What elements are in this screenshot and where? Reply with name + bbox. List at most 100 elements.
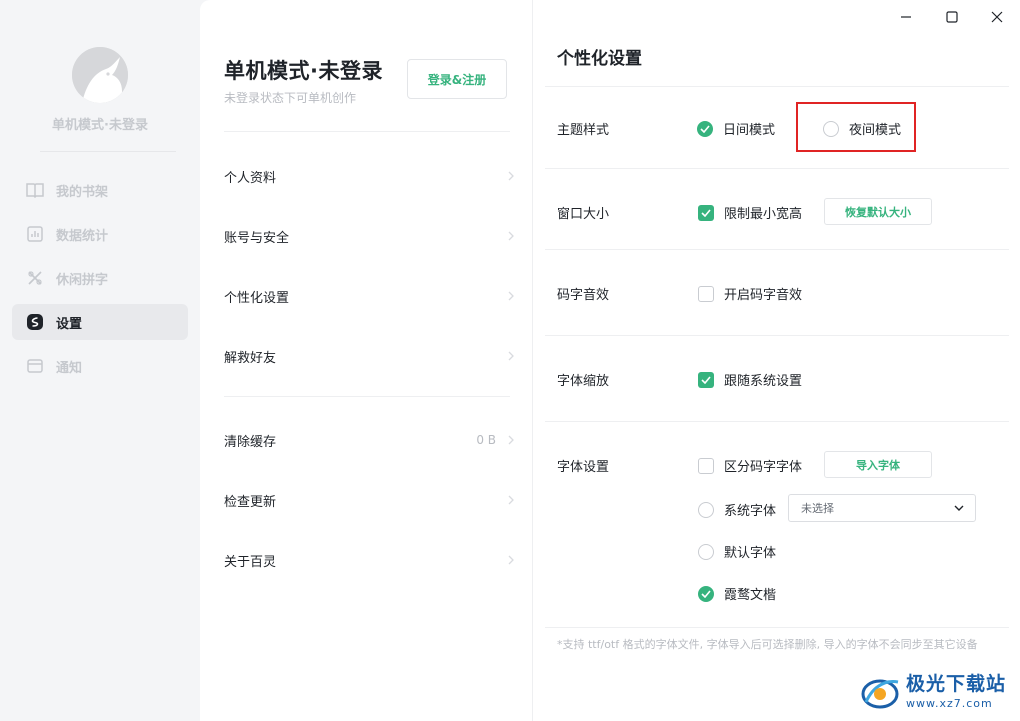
- font-settings-label: 字体设置: [557, 460, 610, 475]
- system-font-select[interactable]: 未选择: [788, 494, 976, 522]
- default-font-label: 默认字体: [724, 546, 777, 561]
- checkbox-checked-icon: [698, 371, 714, 388]
- sidebar-nav: 我的书架 数据统计 休闲拼字 设置 通知: [12, 172, 188, 392]
- menu-item-label: 清除缓存: [224, 434, 277, 450]
- reset-size-button[interactable]: 恢复默认大小: [824, 198, 932, 225]
- personalize-settings-panel: 个性化设置 主题样式 日间模式 夜间模式 窗口大小 限制最小宽高 恢复默认大小 …: [532, 0, 1020, 721]
- sidebar-item-statistics[interactable]: 数据统计: [12, 216, 188, 252]
- chevron-right-icon: [508, 231, 514, 241]
- settings-title: 个性化设置: [557, 49, 642, 69]
- checkbox-checked-icon: [698, 204, 714, 221]
- highlight-box: [796, 102, 916, 152]
- minimize-button[interactable]: [895, 6, 917, 28]
- menu-item-check-update[interactable]: 检查更新: [224, 482, 516, 518]
- checkbox-unchecked-icon: [698, 285, 714, 302]
- limit-min-size-checkbox[interactable]: 限制最小宽高: [698, 203, 802, 222]
- message-icon: [26, 357, 44, 375]
- font-scale-label: 字体缩放: [557, 374, 610, 389]
- watermark-url: www.xz7.com: [906, 697, 993, 710]
- menu-item-personalize[interactable]: 个性化设置: [224, 278, 516, 314]
- system-font-value: 未选择: [801, 502, 834, 515]
- system-font-option[interactable]: 系统字体: [698, 500, 776, 519]
- maximize-button[interactable]: [941, 6, 963, 28]
- theme-day-label: 日间模式: [723, 123, 776, 138]
- menu-item-profile[interactable]: 个人资料: [224, 158, 516, 194]
- sidebar-item-label: 设置: [56, 316, 83, 332]
- theme-label: 主题样式: [557, 123, 610, 138]
- maximize-icon: [946, 11, 958, 23]
- account-title: 单机模式·未登录: [224, 59, 383, 83]
- system-font-label: 系统字体: [724, 504, 777, 519]
- sidebar-divider: [40, 151, 176, 152]
- divider: [224, 396, 510, 397]
- account-panel: 单机模式·未登录 未登录状态下可单机创作 登录&注册 个人资料 账号与安全 个性…: [200, 0, 532, 721]
- divider: [545, 168, 1009, 169]
- typing-sound-enable-label: 开启码字音效: [724, 288, 803, 303]
- close-icon: [991, 11, 1003, 23]
- chevron-right-icon: [508, 555, 514, 565]
- menu-item-clear-cache[interactable]: 清除缓存 0 B: [224, 422, 516, 458]
- limit-min-size-label: 限制最小宽高: [724, 207, 803, 222]
- menu-item-about[interactable]: 关于百灵: [224, 542, 516, 578]
- default-font-option[interactable]: 默认字体: [698, 542, 776, 561]
- radio-unchecked-icon: [698, 501, 714, 518]
- divider: [545, 421, 1009, 422]
- menu-item-label: 解救好友: [224, 350, 277, 366]
- theme-day-option[interactable]: 日间模式: [697, 119, 775, 138]
- divider: [545, 86, 1009, 87]
- sidebar-item-label: 通知: [56, 360, 83, 376]
- close-button[interactable]: [986, 6, 1008, 28]
- chevron-right-icon: [508, 435, 514, 445]
- login-register-button[interactable]: 登录&注册: [407, 59, 507, 99]
- menu-item-rescue-friend[interactable]: 解救好友: [224, 338, 516, 374]
- chevron-right-icon: [508, 171, 514, 181]
- font-support-note: *支持 ttf/otf 格式的字体文件, 字体导入后可选择删除, 导入的字体不会…: [557, 638, 978, 651]
- account-subtitle: 未登录状态下可单机创作: [224, 91, 357, 105]
- sidebar: 单机模式·未登录 我的书架 数据统计 休闲拼字 设置 通知: [0, 0, 200, 721]
- menu-item-label: 个性化设置: [224, 290, 290, 306]
- sidebar-item-puzzle[interactable]: 休闲拼字: [12, 260, 188, 296]
- menu-item-label: 账号与安全: [224, 230, 290, 246]
- lxgw-font-label: 霞鹜文楷: [724, 588, 777, 603]
- sidebar-item-label: 休闲拼字: [56, 272, 109, 288]
- settings-icon: [26, 313, 44, 331]
- checkbox-unchecked-icon: [698, 457, 714, 474]
- avatar-bird-icon: [72, 47, 128, 103]
- radio-checked-icon: [698, 585, 714, 602]
- sidebar-item-label: 我的书架: [56, 184, 109, 200]
- menu-item-label: 检查更新: [224, 494, 277, 510]
- sidebar-item-label: 数据统计: [56, 228, 109, 244]
- menu-item-label: 关于百灵: [224, 554, 277, 570]
- chevron-right-icon: [508, 351, 514, 361]
- chevron-down-icon: [954, 505, 964, 511]
- avatar[interactable]: [72, 47, 128, 103]
- sidebar-item-settings[interactable]: 设置: [12, 304, 188, 340]
- menu-item-security[interactable]: 账号与安全: [224, 218, 516, 254]
- divider: [224, 131, 510, 132]
- chevron-right-icon: [508, 291, 514, 301]
- distinct-font-checkbox[interactable]: 区分码字字体: [698, 456, 802, 475]
- chevron-right-icon: [508, 495, 514, 505]
- import-font-button[interactable]: 导入字体: [824, 451, 932, 478]
- watermark: 极光下载站 www.xz7.com: [858, 667, 1018, 717]
- typing-sound-checkbox[interactable]: 开启码字音效: [698, 284, 802, 303]
- lxgw-font-option[interactable]: 霞鹜文楷: [698, 584, 776, 603]
- sidebar-item-notifications[interactable]: 通知: [12, 348, 188, 384]
- watermark-logo-icon: [861, 679, 899, 709]
- window-size-label: 窗口大小: [557, 207, 610, 222]
- menu-item-label: 个人资料: [224, 170, 277, 186]
- watermark-title: 极光下载站: [906, 673, 1007, 695]
- radio-checked-icon: [697, 120, 713, 137]
- follow-system-checkbox[interactable]: 跟随系统设置: [698, 370, 802, 389]
- puzzle-icon: [26, 269, 44, 287]
- book-icon: [26, 181, 44, 199]
- distinct-font-label: 区分码字字体: [724, 460, 803, 475]
- chart-icon: [26, 225, 44, 243]
- typing-sound-label: 码字音效: [557, 288, 610, 303]
- divider: [545, 335, 1009, 336]
- sidebar-username: 单机模式·未登录: [52, 118, 148, 133]
- divider: [545, 627, 1009, 628]
- sidebar-item-bookshelf[interactable]: 我的书架: [12, 172, 188, 208]
- cache-size: 0 B: [476, 433, 496, 447]
- radio-unchecked-icon: [698, 543, 714, 560]
